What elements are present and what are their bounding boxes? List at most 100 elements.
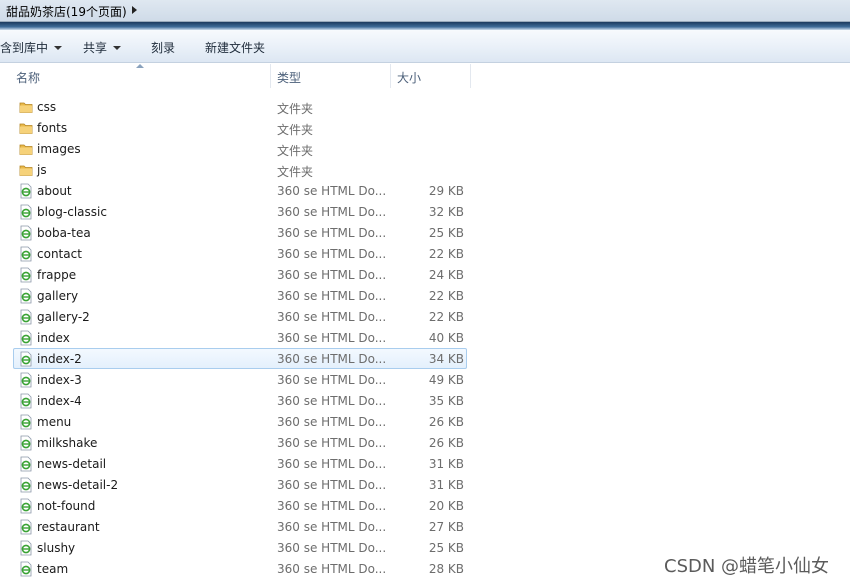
address-bar[interactable]: 甜品奶茶店(19个页面) (0, 0, 850, 22)
file-row-gallery[interactable]: gallery 360 se HTML Do... 22 KB (13, 285, 467, 306)
file-type: 360 se HTML Do... (277, 352, 387, 366)
dropdown-caret-icon (113, 46, 122, 50)
file-row-slushy[interactable]: slushy 360 se HTML Do... 25 KB (13, 537, 467, 558)
file-name: slushy (37, 541, 76, 555)
file-type: 360 se HTML Do... (277, 331, 387, 345)
file-row-images[interactable]: images 文件夹 (13, 138, 467, 159)
file-type: 360 se HTML Do... (277, 457, 387, 471)
file-size: 34 KB (428, 352, 464, 366)
file-row-contact[interactable]: contact 360 se HTML Do... 22 KB (13, 243, 467, 264)
file-name: gallery (37, 289, 79, 303)
html-file-icon (18, 183, 34, 199)
file-name: frappe (37, 268, 77, 282)
file-name: milkshake (37, 436, 98, 450)
file-row-news-detail[interactable]: news-detail 360 se HTML Do... 31 KB (13, 453, 467, 474)
file-size: 22 KB (428, 247, 464, 261)
sort-ascending-icon (136, 64, 144, 68)
column-header: 名称 类型 大小 (0, 64, 850, 88)
share-label: 共享 (83, 41, 108, 55)
file-size: 26 KB (428, 436, 464, 450)
file-row-index-4[interactable]: index-4 360 se HTML Do... 35 KB (13, 390, 467, 411)
file-type: 360 se HTML Do... (277, 184, 387, 198)
file-row-index-2[interactable]: index-2 360 se HTML Do... 34 KB (13, 348, 467, 369)
file-name: images (37, 142, 81, 156)
file-type: 360 se HTML Do... (277, 415, 387, 429)
command-toolbar: 包含到库中 共享 刻录 新建文件夹 (0, 30, 850, 63)
file-name: index (37, 331, 70, 345)
file-row-about[interactable]: about 360 se HTML Do... 29 KB (13, 180, 467, 201)
html-file-icon (18, 519, 34, 535)
breadcrumb-chevron-icon[interactable] (132, 6, 137, 14)
file-type: 360 se HTML Do... (277, 541, 387, 555)
file-type: 360 se HTML Do... (277, 478, 387, 492)
file-type: 360 se HTML Do... (277, 373, 387, 387)
html-file-icon (18, 477, 34, 493)
file-name: index-3 (37, 373, 82, 387)
file-type: 360 se HTML Do... (277, 205, 387, 219)
file-name: gallery-2 (37, 310, 90, 324)
file-type: 360 se HTML Do... (277, 289, 387, 303)
file-row-css[interactable]: css 文件夹 (13, 96, 467, 117)
address-path[interactable]: 甜品奶茶店(19个页面) (6, 3, 127, 20)
file-type: 360 se HTML Do... (277, 520, 387, 534)
file-size: 31 KB (428, 457, 464, 471)
html-file-icon (18, 414, 34, 430)
file-size: 49 KB (428, 373, 464, 387)
file-row-not-found[interactable]: not-found 360 se HTML Do... 20 KB (13, 495, 467, 516)
html-file-icon (18, 351, 34, 367)
file-name: team (37, 562, 69, 576)
html-file-icon (18, 372, 34, 388)
file-row-js[interactable]: js 文件夹 (13, 159, 467, 180)
file-size: 28 KB (428, 562, 464, 576)
file-size: 35 KB (428, 394, 464, 408)
file-row-menu[interactable]: menu 360 se HTML Do... 26 KB (13, 411, 467, 432)
file-type: 360 se HTML Do... (277, 499, 387, 513)
include-in-library-button[interactable]: 包含到库中 (0, 39, 63, 56)
file-row-fonts[interactable]: fonts 文件夹 (13, 117, 467, 138)
folder-icon (18, 99, 34, 115)
include-in-library-label: 包含到库中 (0, 41, 49, 55)
file-name: restaurant (37, 520, 100, 534)
file-size: 22 KB (428, 289, 464, 303)
file-row-team[interactable]: team 360 se HTML Do... 28 KB (13, 558, 467, 579)
file-size: 27 KB (428, 520, 464, 534)
html-file-icon (18, 435, 34, 451)
html-file-icon (18, 393, 34, 409)
file-type: 360 se HTML Do... (277, 268, 387, 282)
file-size: 40 KB (428, 331, 464, 345)
file-row-news-detail-2[interactable]: news-detail-2 360 se HTML Do... 31 KB (13, 474, 467, 495)
file-row-index-3[interactable]: index-3 360 se HTML Do... 49 KB (13, 369, 467, 390)
column-type-header[interactable]: 类型 (271, 64, 391, 88)
folder-icon (18, 162, 34, 178)
file-name: contact (37, 247, 82, 261)
html-file-icon (18, 267, 34, 283)
file-row-frappe[interactable]: frappe 360 se HTML Do... 24 KB (13, 264, 467, 285)
file-type: 360 se HTML Do... (277, 247, 387, 261)
file-row-milkshake[interactable]: milkshake 360 se HTML Do... 26 KB (13, 432, 467, 453)
html-file-icon (18, 561, 34, 577)
html-file-icon (18, 225, 34, 241)
file-type: 360 se HTML Do... (277, 436, 387, 450)
column-size-header[interactable]: 大小 (391, 64, 471, 88)
share-button[interactable]: 共享 (83, 39, 122, 56)
html-file-icon (18, 309, 34, 325)
html-file-icon (18, 498, 34, 514)
file-size: 26 KB (428, 415, 464, 429)
file-size: 25 KB (428, 541, 464, 555)
file-type: 文件夹 (277, 123, 314, 137)
file-row-boba-tea[interactable]: boba-tea 360 se HTML Do... 25 KB (13, 222, 467, 243)
file-row-restaurant[interactable]: restaurant 360 se HTML Do... 27 KB (13, 516, 467, 537)
file-type: 360 se HTML Do... (277, 394, 387, 408)
html-file-icon (18, 330, 34, 346)
file-name: index-2 (37, 352, 82, 366)
file-size: 25 KB (428, 226, 464, 240)
html-file-icon (18, 288, 34, 304)
burn-button[interactable]: 刻录 (151, 39, 175, 56)
file-row-gallery-2[interactable]: gallery-2 360 se HTML Do... 22 KB (13, 306, 467, 327)
new-folder-button[interactable]: 新建文件夹 (205, 39, 265, 56)
file-size: 29 KB (428, 184, 464, 198)
file-name: blog-classic (37, 205, 107, 219)
file-row-index[interactable]: index 360 se HTML Do... 40 KB (13, 327, 467, 348)
file-name: index-4 (37, 394, 82, 408)
file-row-blog-classic[interactable]: blog-classic 360 se HTML Do... 32 KB (13, 201, 467, 222)
